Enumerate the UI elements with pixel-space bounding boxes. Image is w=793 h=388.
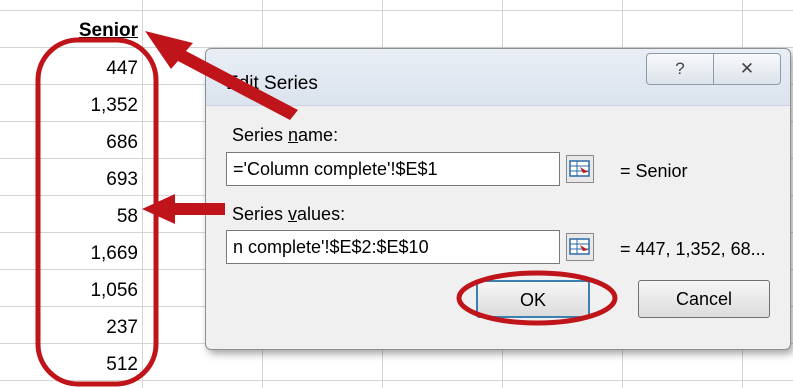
series-name-collapse-button[interactable] [566, 155, 594, 183]
ok-button[interactable]: OK [476, 280, 590, 318]
close-icon: ✕ [739, 59, 755, 78]
series-values-input[interactable]: n complete'!$E$2:$E$10 [226, 230, 560, 264]
series-name-label: Series name: [232, 125, 338, 146]
table-cell[interactable]: 1,056 [60, 280, 140, 302]
cancel-button[interactable]: Cancel [638, 280, 770, 318]
range-select-icon [569, 238, 590, 255]
column-header-senior[interactable]: Senior [60, 20, 140, 42]
table-cell[interactable]: 693 [60, 169, 140, 191]
table-cell[interactable]: 1,352 [60, 95, 140, 117]
gridline [0, 10, 793, 11]
label-text: ame: [298, 125, 339, 145]
table-cell[interactable]: 237 [60, 317, 140, 339]
table-cell[interactable]: 58 [60, 206, 140, 228]
table-cell[interactable]: 447 [60, 58, 140, 80]
dialog-titlebar[interactable]: Edit Series ? ✕ [206, 49, 790, 106]
table-cell[interactable]: 686 [60, 132, 140, 154]
series-name-preview: = Senior [620, 161, 688, 181]
label-accesskey: n [288, 125, 299, 145]
help-button[interactable]: ? [646, 53, 714, 85]
table-cell[interactable]: 512 [60, 354, 140, 376]
series-values-label: Series values: [232, 204, 345, 225]
label-text: alues: [297, 204, 346, 224]
close-button[interactable]: ✕ [713, 53, 781, 85]
gridline [0, 380, 793, 381]
edit-series-dialog: Edit Series ? ✕ Series name: ='Column co… [205, 48, 791, 350]
table-cell[interactable]: 1,669 [60, 243, 140, 265]
label-accesskey: v [288, 204, 298, 224]
series-name-input[interactable]: ='Column complete'!$E$1 [226, 152, 560, 186]
series-values-collapse-button[interactable] [566, 233, 594, 261]
help-icon: ? [675, 59, 685, 78]
dialog-title: Edit Series [226, 73, 318, 94]
label-text: Series [232, 125, 289, 145]
label-text: Series [232, 204, 289, 224]
gridline [142, 0, 143, 388]
series-values-preview: = 447, 1,352, 68... [620, 239, 766, 259]
range-select-icon [569, 160, 590, 177]
